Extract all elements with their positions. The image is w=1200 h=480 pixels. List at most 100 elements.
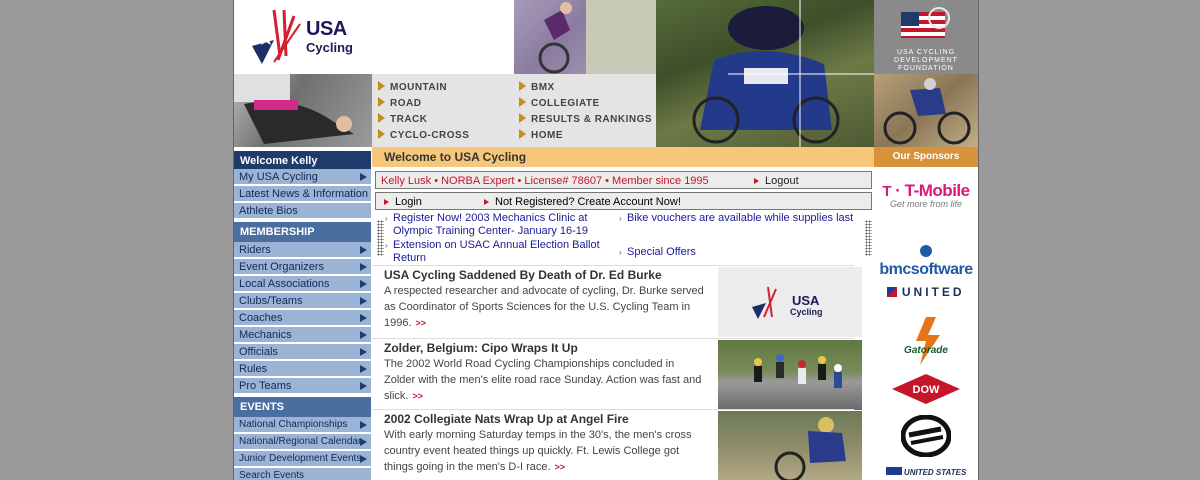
story-title[interactable]: 2002 Collegiate Nats Wrap Up at Angel Fi…	[384, 412, 629, 426]
arrow-right-icon	[360, 421, 367, 429]
sidebar-item-officials[interactable]: Officials	[234, 344, 371, 360]
sponsor-usps[interactable]: UNITED STATES	[874, 467, 978, 477]
arrow-right-icon	[360, 331, 367, 339]
sidebar-item-riders[interactable]: Riders	[234, 242, 371, 258]
svg-text:DOW: DOW	[913, 384, 941, 396]
nav-road[interactable]: ROAD	[378, 97, 421, 109]
arrow-right-icon	[360, 382, 367, 390]
development-foundation-logo[interactable]: USA CYCLING DEVELOPMENT FOUNDATION	[874, 0, 978, 74]
nav-results-rankings[interactable]: RESULTS & RANKINGS	[519, 113, 652, 125]
logo-text-usa: USA	[306, 18, 347, 40]
road-race-peloton-photo	[718, 340, 862, 410]
cyclocross-photo	[874, 74, 978, 147]
sidebar-item-pro-teams[interactable]: Pro Teams	[234, 378, 371, 394]
sidebar-item-latest-news[interactable]: Latest News & Information	[234, 186, 371, 202]
sidebar-item-coaches[interactable]: Coaches	[234, 310, 371, 326]
login-link[interactable]: Login	[384, 193, 422, 211]
gatorade-bolt-icon: Gatorade	[904, 317, 948, 365]
news-ticker: › Register Now! 2003 Mechanics Clinic at …	[375, 212, 872, 264]
arrow-right-icon	[360, 263, 367, 271]
page: USA Cycling USA CYCLING DEVELOPMENT FOUN…	[233, 0, 979, 480]
arrow-icon	[484, 199, 489, 205]
arrow-icon	[384, 199, 389, 205]
read-more-link[interactable]: >>	[555, 462, 566, 472]
arrow-right-icon	[360, 365, 367, 373]
news-story: Zolder, Belgium: Cipo Wraps It Up The 20…	[372, 338, 862, 410]
read-more-link[interactable]: >>	[416, 318, 427, 328]
sidebar-item-my-usa-cycling[interactable]: My USA Cycling	[234, 169, 371, 185]
left-sidebar: Welcome Kelly My USA Cycling Latest News…	[234, 147, 371, 480]
welcome-title-bar: Welcome to USA Cycling	[372, 147, 874, 167]
sidebar-item-mechanics[interactable]: Mechanics	[234, 327, 371, 343]
arrow-right-icon	[360, 246, 367, 254]
sponsor-gatorade[interactable]: Gatorade	[874, 313, 978, 374]
dow-diamond-icon: DOW	[892, 374, 960, 404]
arrow-icon	[754, 178, 759, 184]
arrow-right-icon	[360, 314, 367, 322]
sponsor-emblem[interactable]	[874, 414, 978, 462]
arrow-right-icon	[360, 173, 367, 181]
sidebar-item-national-championships[interactable]: National Championships	[234, 417, 371, 433]
nav-cyclo-cross[interactable]: CYCLO-CROSS	[378, 129, 469, 141]
thumb-logo-usa: USA	[792, 293, 820, 308]
story-body: A respected researcher and advocate of c…	[384, 285, 704, 329]
sidebar-item-rules[interactable]: Rules	[234, 361, 371, 377]
arrow-right-icon	[360, 438, 367, 446]
story-title[interactable]: Zolder, Belgium: Cipo Wraps It Up	[384, 341, 578, 355]
read-more-link[interactable]: >>	[412, 391, 423, 401]
discipline-nav: MOUNTAIN ROAD TRACK CYCLO-CROSS BMX COLL…	[372, 74, 656, 147]
usa-cycling-logo-thumb: USA Cycling	[718, 267, 862, 337]
register-link[interactable]: Not Registered? Create Account Now!	[484, 193, 681, 211]
sidebar-item-local-associations[interactable]: Local Associations	[234, 276, 371, 292]
sponsor-tmobile[interactable]: T · T-Mobile Get more from life	[874, 181, 978, 209]
arrow-right-icon	[360, 280, 367, 288]
membership-header: MEMBERSHIP	[234, 222, 371, 242]
ticker-link-ballot-extension[interactable]: › Extension on USAC Annual Election Ballo…	[385, 239, 611, 265]
news-story: 2002 Collegiate Nats Wrap Up at Angel Fi…	[372, 409, 862, 480]
sidebar-item-search-events[interactable]: Search Events	[234, 468, 371, 480]
dotted-divider	[865, 220, 872, 256]
ticker-link-bike-vouchers[interactable]: › Bike vouchers are available while suppl…	[619, 212, 857, 225]
sponsor-emblem-icon	[900, 414, 952, 458]
nav-track[interactable]: TRACK	[378, 113, 428, 125]
events-header: EVENTS	[234, 397, 371, 417]
sidebar-item-event-organizers[interactable]: Event Organizers	[234, 259, 371, 275]
road-racer-photo	[656, 0, 874, 147]
ticker-link-special-offers[interactable]: › Special Offers	[619, 246, 857, 259]
nav-bmx[interactable]: BMX	[519, 81, 555, 93]
user-info-text: Kelly Lusk • NORBA Expert • License# 786…	[381, 175, 709, 187]
user-info-box: Kelly Lusk • NORBA Expert • License# 786…	[375, 171, 872, 189]
female-rider-photo	[234, 74, 372, 147]
nav-collegiate[interactable]: COLLEGIATE	[519, 97, 600, 109]
logo-text-cycling: Cycling	[306, 40, 353, 55]
foundation-line: FOUNDATION	[898, 65, 954, 72]
arrow-right-icon	[360, 455, 367, 463]
sidebar-item-national-regional-calendar[interactable]: National/Regional Calendar	[234, 434, 371, 450]
logout-link[interactable]: Logout	[754, 172, 799, 190]
dotted-divider	[377, 220, 384, 256]
sponsor-dow[interactable]: DOW	[874, 373, 978, 410]
foundation-line: USA CYCLING	[896, 49, 956, 56]
logo[interactable]: USA Cycling	[234, 0, 514, 74]
sponsors-header: Our Sponsors	[874, 147, 978, 167]
arrow-right-icon	[360, 297, 367, 305]
story-title[interactable]: USA Cycling Saddened By Death of Dr. Ed …	[384, 268, 662, 282]
welcome-user-header: Welcome Kelly	[234, 151, 371, 171]
sponsor-bmc-software[interactable]: bmcsoftware	[874, 243, 978, 279]
sidebar-item-junior-development[interactable]: Junior Development Events	[234, 451, 371, 467]
sidebar-item-clubs-teams[interactable]: Clubs/Teams	[234, 293, 371, 309]
collegiate-rider-photo	[718, 411, 862, 480]
news-story: USA Cycling Saddened By Death of Dr. Ed …	[372, 265, 862, 338]
story-body: With early morning Saturday temps in the…	[384, 429, 692, 473]
sidebar-item-athlete-bios[interactable]: Athlete Bios	[234, 203, 371, 219]
nav-home[interactable]: HOME	[519, 129, 563, 141]
arrow-right-icon	[360, 348, 367, 356]
svg-text:Gatorade: Gatorade	[904, 345, 948, 356]
sponsors-panel: T · T-Mobile Get more from life bmcsoftw…	[874, 167, 978, 480]
us-flag-icon	[901, 7, 950, 38]
nav-mountain[interactable]: MOUNTAIN	[378, 81, 447, 93]
ticker-link-mechanics-clinic[interactable]: › Register Now! 2003 Mechanics Clinic at …	[385, 212, 611, 238]
login-box: Login Not Registered? Create Account Now…	[375, 192, 872, 210]
sponsor-united[interactable]: UNITED	[874, 283, 978, 301]
story-body: The 2002 World Road Cycling Championship…	[384, 358, 702, 402]
